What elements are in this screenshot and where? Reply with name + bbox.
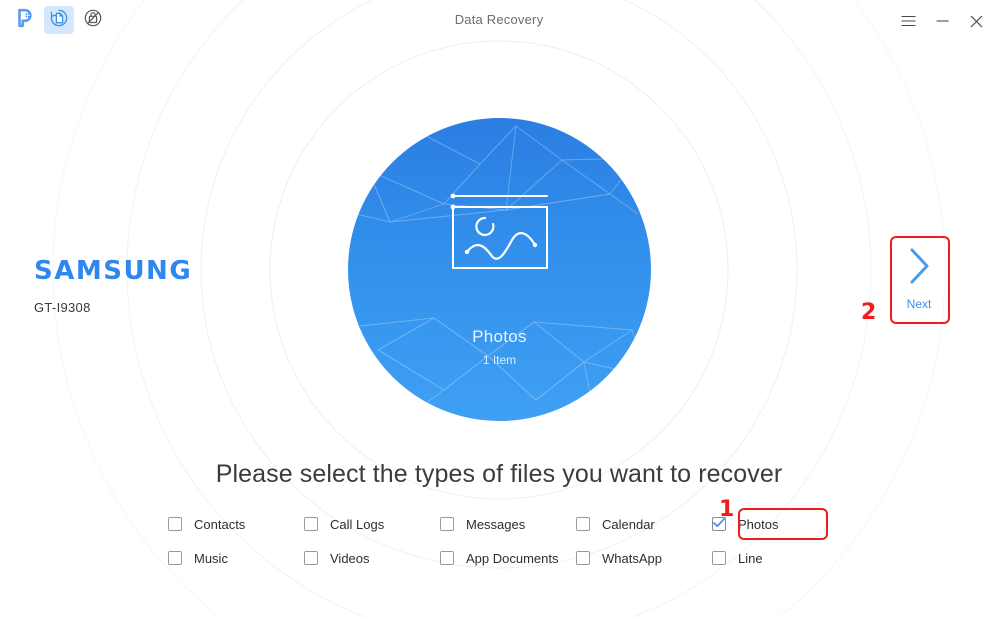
- checkbox-row: Contacts Call Logs Messages Calendar Pho…: [168, 510, 848, 538]
- close-button[interactable]: [962, 10, 990, 32]
- prompt-text: Please select the types of files you wan…: [215, 460, 783, 488]
- close-icon: [970, 15, 983, 28]
- checkbox-label: Music: [194, 550, 228, 566]
- checkbox-box[interactable]: [712, 517, 726, 531]
- checkbox-box[interactable]: [304, 517, 318, 531]
- checkbox-row: Music Videos App Documents WhatsApp Line: [168, 544, 848, 572]
- checkbox-box[interactable]: [168, 551, 182, 565]
- file-type-checkbox-grid: Contacts Call Logs Messages Calendar Pho…: [168, 510, 848, 572]
- checkbox-videos[interactable]: Videos: [304, 551, 440, 566]
- checkbox-box[interactable]: [168, 517, 182, 531]
- checkbox-label: Contacts: [194, 516, 246, 532]
- checkbox-line[interactable]: Line: [712, 551, 848, 566]
- hero-file-type-label: Photos: [472, 327, 527, 346]
- hero-item-count: 1 Item: [482, 353, 517, 367]
- checkbox-box[interactable]: [440, 517, 454, 531]
- next-button-label: Next: [906, 296, 932, 311]
- next-button[interactable]: Next: [893, 238, 945, 318]
- checkbox-label: Calendar: [602, 516, 655, 532]
- device-brand: SAMSUNG: [34, 256, 193, 286]
- checkbox-label: WhatsApp: [602, 550, 662, 566]
- checkbox-label: Photos: [738, 516, 779, 532]
- checkbox-call-logs[interactable]: Call Logs: [304, 517, 440, 532]
- check-mark-icon: [713, 515, 725, 533]
- checkbox-label: Videos: [330, 550, 370, 566]
- checkbox-label: Messages: [466, 516, 526, 532]
- checkbox-music[interactable]: Music: [168, 551, 304, 566]
- checkbox-box[interactable]: [712, 551, 726, 565]
- checkbox-label: Line: [738, 550, 763, 566]
- checkbox-app-documents[interactable]: App Documents: [440, 551, 576, 566]
- device-info: SAMSUNG GT-I9308: [34, 258, 192, 315]
- photo-image-icon: [450, 193, 550, 276]
- checkbox-photos[interactable]: Photos: [712, 517, 848, 532]
- checkbox-contacts[interactable]: Contacts: [168, 517, 304, 532]
- checkbox-label: App Documents: [466, 550, 559, 566]
- annotation-number-2: 2: [861, 300, 877, 325]
- minimize-icon: [936, 15, 949, 27]
- device-model: GT-I9308: [34, 300, 91, 315]
- checkbox-box[interactable]: [576, 551, 590, 565]
- checkbox-messages[interactable]: Messages: [440, 517, 576, 532]
- chevron-right-icon: [906, 246, 932, 291]
- menu-button[interactable]: [894, 10, 922, 32]
- checkbox-calendar[interactable]: Calendar: [576, 517, 712, 532]
- page-title: Data Recovery: [454, 12, 544, 27]
- title-bar: Data Recovery: [0, 0, 998, 40]
- checkbox-box[interactable]: [440, 551, 454, 565]
- checkbox-label: Call Logs: [330, 516, 385, 532]
- window-controls: [894, 10, 990, 32]
- file-type-preview-circle: Photos 1 Item: [348, 118, 651, 421]
- hamburger-menu-icon: [901, 15, 916, 27]
- checkbox-box[interactable]: [304, 551, 318, 565]
- minimize-button[interactable]: [928, 10, 956, 32]
- checkbox-box[interactable]: [576, 517, 590, 531]
- checkbox-whatsapp[interactable]: WhatsApp: [576, 551, 712, 566]
